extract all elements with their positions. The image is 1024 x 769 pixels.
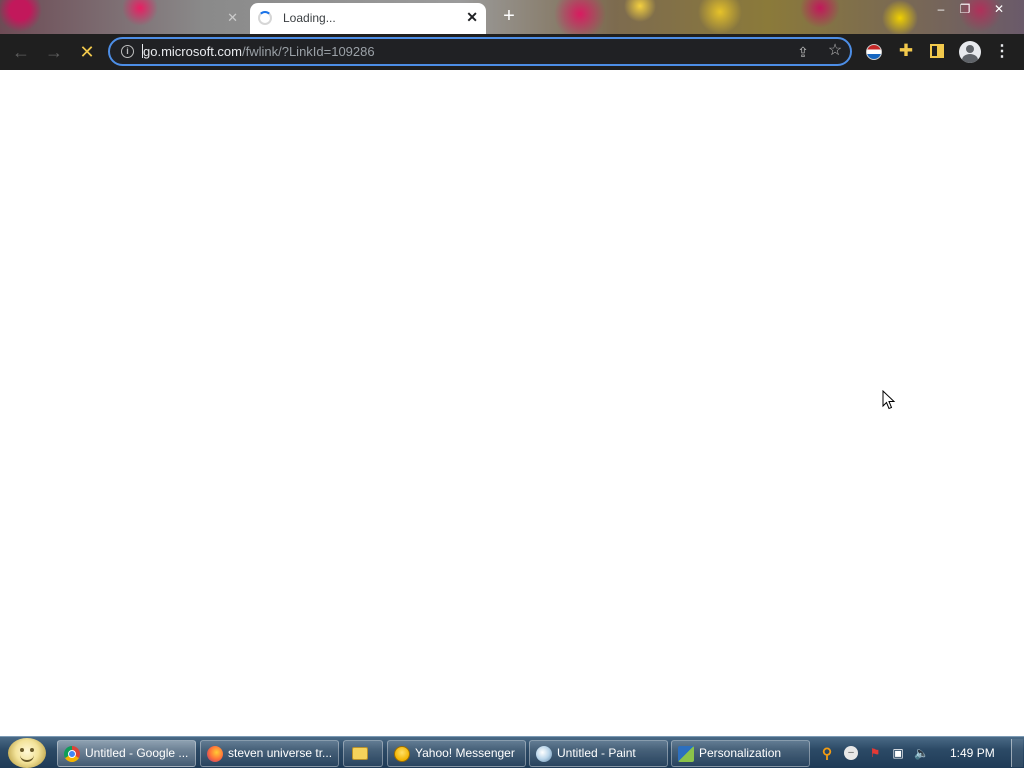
loading-spinner-icon [258, 11, 272, 25]
taskbar-button-firefox[interactable]: steven universe tr... [200, 740, 339, 767]
tab-close-icon[interactable]: ✕ [227, 4, 238, 32]
system-tray: ⚲ – ⚑ ▣ 🔈 1:49 PM [814, 737, 1010, 769]
status-icon[interactable]: – [844, 746, 858, 760]
taskbar-button-yahoo-messenger[interactable]: Yahoo! Messenger [387, 740, 526, 767]
paint-icon [536, 746, 552, 762]
taskbar-button-folder[interactable] [343, 740, 383, 767]
forward-button[interactable]: → [43, 41, 65, 63]
taskbar-button-paint[interactable]: Untitled - Paint [529, 740, 668, 767]
tab-active[interactable]: Loading... ✕ [250, 3, 486, 34]
search-icon[interactable]: ⚲ [820, 746, 834, 760]
personalization-icon [678, 746, 694, 762]
tab-title: Loading... [283, 11, 336, 25]
new-tab-button[interactable]: + [498, 5, 520, 27]
url-host: go.microsoft.com [143, 44, 242, 59]
back-button[interactable]: ← [10, 41, 32, 63]
side-panel-icon[interactable] [930, 44, 944, 58]
taskbar: Untitled - Google ... steven universe tr… [0, 736, 1024, 768]
firefox-icon [207, 746, 223, 762]
profile-avatar-icon[interactable] [959, 41, 981, 63]
tab-inactive[interactable]: ✕ [14, 4, 246, 32]
taskbar-button-label: Personalization [699, 746, 782, 760]
share-icon[interactable]: ⇪ [794, 43, 812, 61]
taskbar-button-personalization[interactable]: Personalization [671, 740, 810, 767]
minimize-button[interactable]: – [928, 0, 954, 18]
volume-icon[interactable]: 🔈 [914, 746, 929, 760]
show-desktop-button[interactable] [1011, 739, 1023, 767]
taskbar-button-label: steven universe tr... [228, 746, 333, 760]
flag-icon[interactable]: ⚑ [868, 746, 882, 760]
taskbar-button-label: Untitled - Google ... [85, 746, 189, 760]
extensions-puzzle-icon[interactable]: ✚ [896, 41, 916, 61]
start-button[interactable] [8, 738, 46, 768]
close-window-button[interactable]: ✕ [986, 0, 1012, 18]
chrome-icon [64, 746, 80, 762]
clock[interactable]: 1:49 PM [950, 746, 995, 760]
folder-icon [352, 747, 368, 760]
taskbar-button-label: Untitled - Paint [557, 746, 636, 760]
page-viewport [0, 70, 1024, 736]
address-bar[interactable]: i go.microsoft.com/fwlink/?LinkId=109286… [108, 37, 852, 66]
maximize-button[interactable]: ❐ [952, 0, 978, 18]
site-info-icon[interactable]: i [121, 45, 134, 58]
url-path: /fwlink/?LinkId=109286 [241, 44, 375, 59]
browser-menu-icon[interactable]: ⋮ [994, 41, 1010, 63]
browser-titlebar: ✕ Loading... ✕ + – ❐ ✕ [0, 0, 1024, 34]
stop-loading-button[interactable]: ✕ [76, 41, 98, 63]
browser-toolbar: ← → ✕ i go.microsoft.com/fwlink/?LinkId=… [0, 34, 1024, 70]
network-icon[interactable]: ▣ [891, 746, 905, 760]
taskbar-button-label: Yahoo! Messenger [415, 746, 515, 760]
yahoo-messenger-icon [394, 746, 410, 762]
bookmark-star-icon[interactable]: ☆ [826, 42, 844, 60]
address-input[interactable]: go.microsoft.com/fwlink/?LinkId=109286 [142, 44, 375, 59]
mouse-pointer-icon [882, 390, 896, 410]
extension-flag-icon[interactable] [866, 44, 882, 60]
taskbar-button-chrome[interactable]: Untitled - Google ... [57, 740, 196, 767]
tab-close-icon[interactable]: ✕ [466, 9, 478, 26]
